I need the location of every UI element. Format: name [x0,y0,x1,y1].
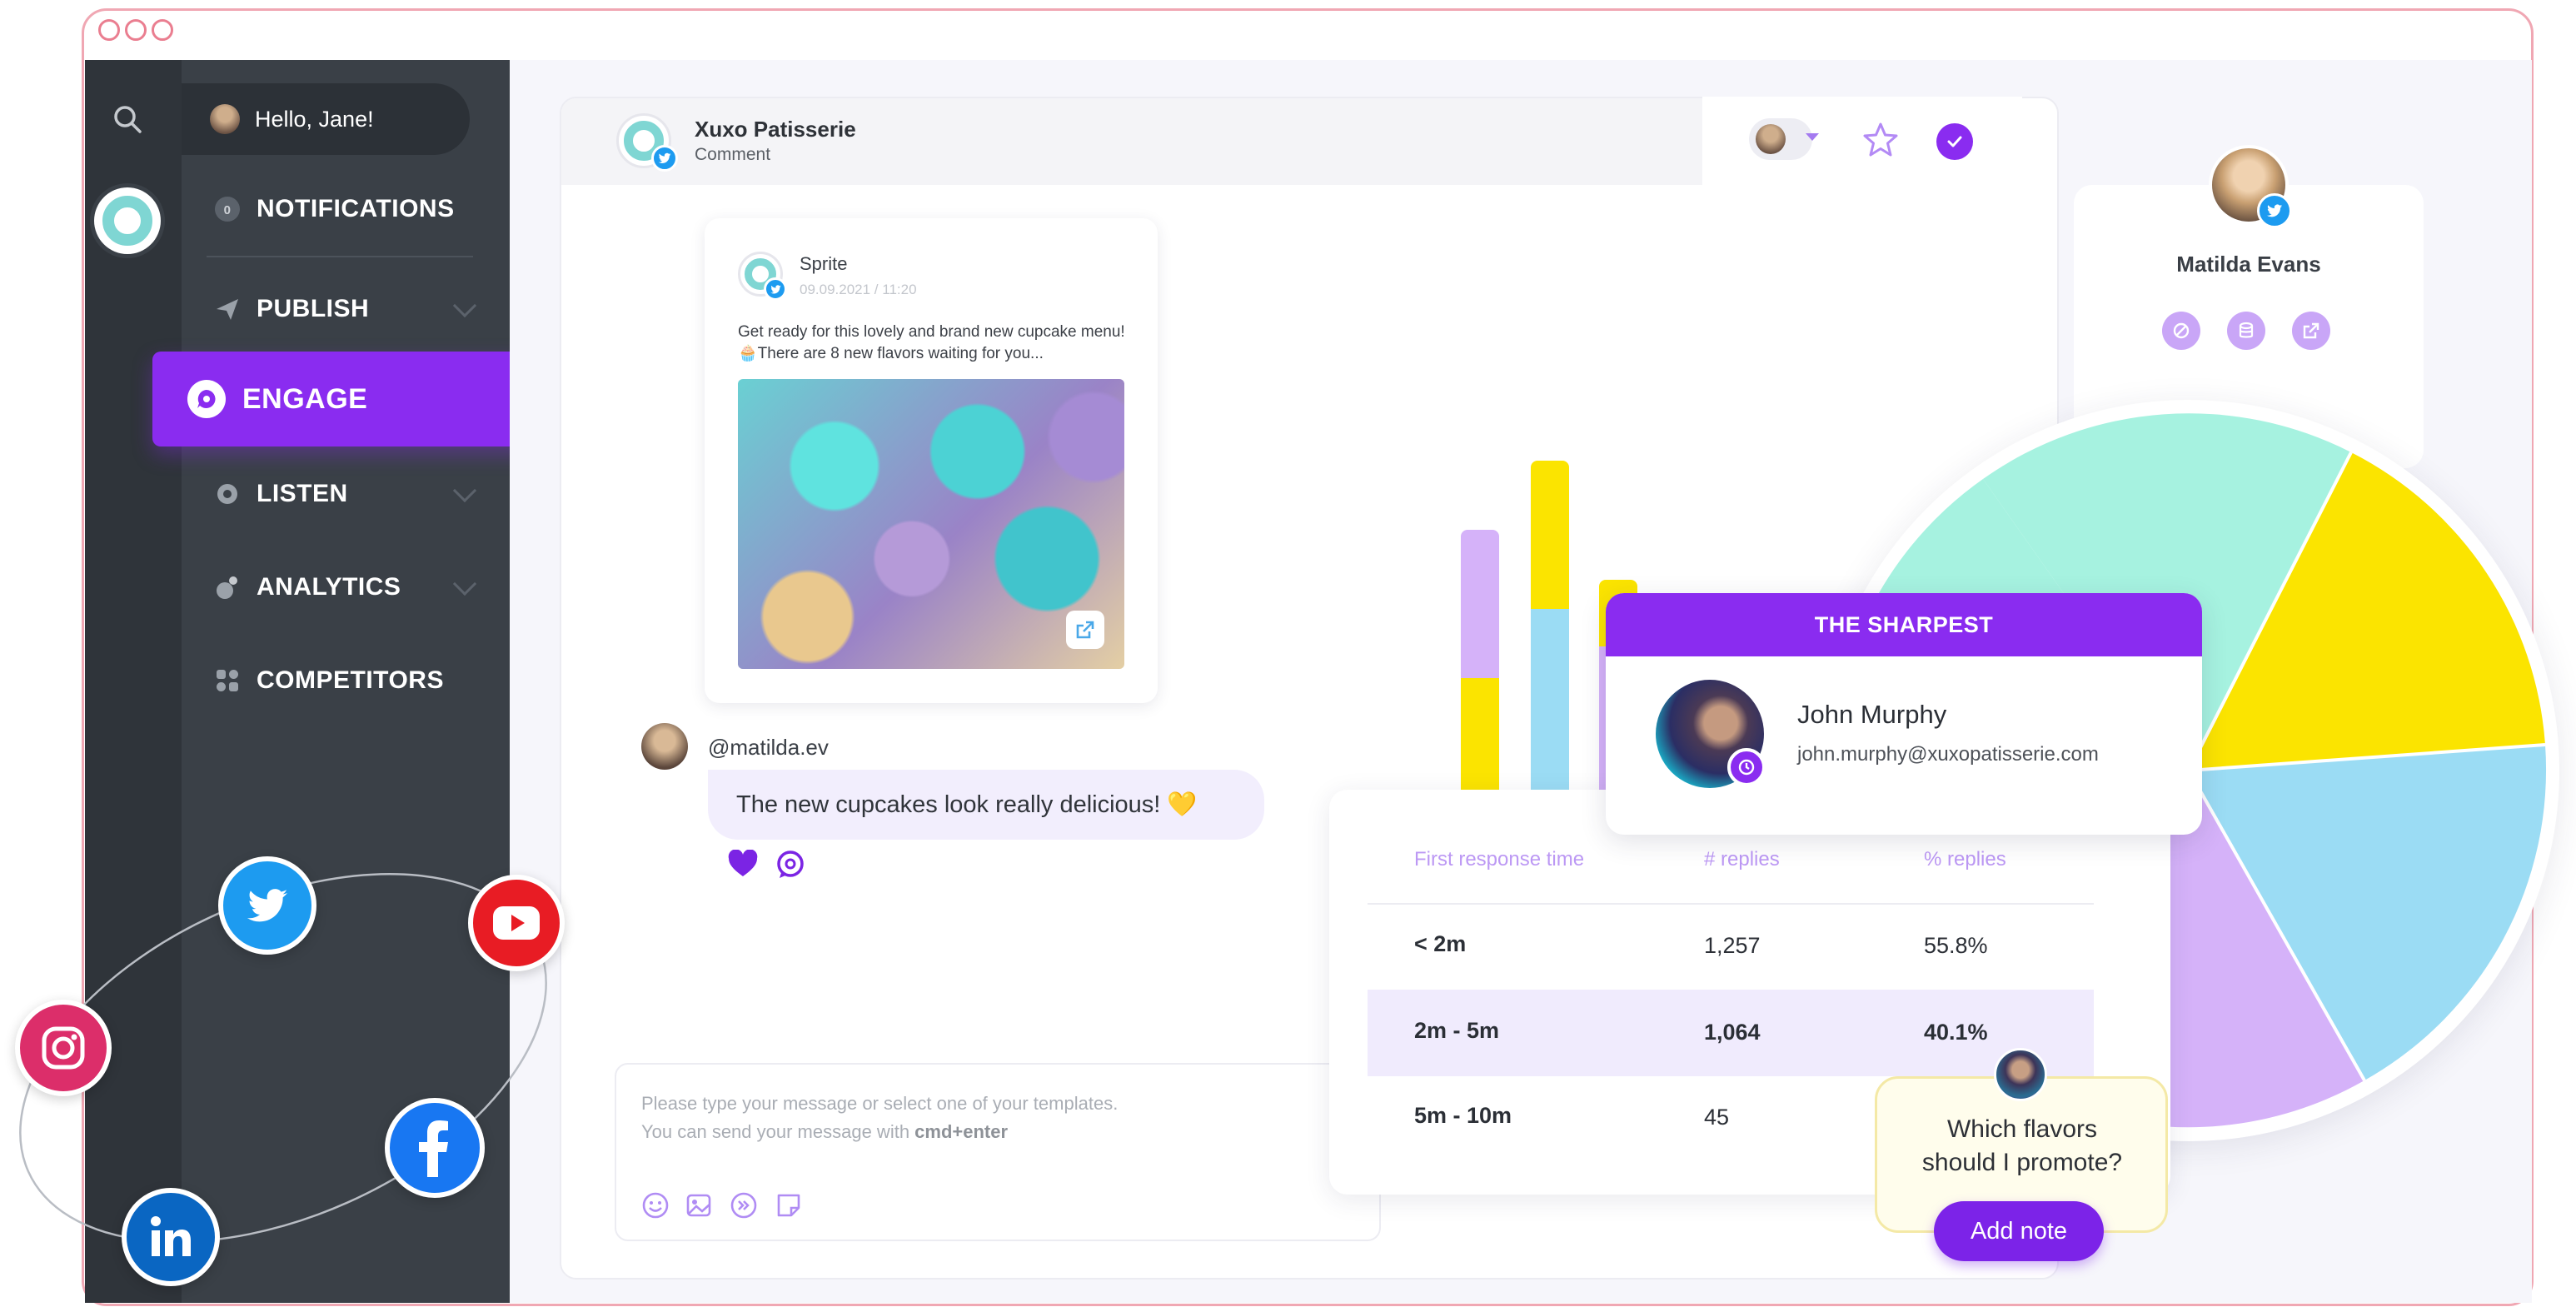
block-icon[interactable] [2162,312,2200,350]
comment-bubble: The new cupcakes look really delicious! … [708,770,1264,840]
twitter-icon[interactable] [218,856,316,955]
table-header-response-time[interactable]: First response time [1414,848,1584,871]
star-icon[interactable] [1861,120,1901,164]
twitter-icon [651,145,678,172]
agent-email: john.murphy@xuxopatisserie.com [1797,743,2099,766]
table-cell: 55.8% [1924,933,1988,958]
bar-segment [1531,461,1569,609]
bar-segment [1461,530,1499,678]
composer-placeholder[interactable]: Please type your message or select one o… [641,1090,1118,1146]
twitter-icon [764,277,787,301]
social-orbit [19,873,547,1243]
account-name: Xuxo Patisserie [695,117,856,142]
caret-down-icon [1806,133,1819,141]
note-text: Which flavors should I promote? [1921,1115,2123,1176]
youtube-icon[interactable] [468,875,565,971]
post-author-name: Sprite [800,253,848,274]
twitter-icon [2257,193,2292,228]
add-note-button[interactable]: Add note [1934,1201,2104,1261]
bar-segment [1461,678,1499,795]
table-divider [1368,903,2094,905]
table-cell: 1,257 [1704,933,1761,958]
table-cell: 45 [1704,1105,1730,1130]
commenter-avatar [641,723,688,770]
table-cell: 1,064 [1704,1020,1761,1045]
commenter-handle[interactable]: @matilda.ev [708,735,829,761]
sticky-note-icon[interactable] [775,1191,803,1220]
like-heart-icon[interactable] [727,849,759,882]
post-text: Get ready for this lovely and brand new … [738,323,1125,362]
profile-name: Matilda Evans [2176,252,2321,277]
database-icon[interactable] [2227,312,2265,350]
bar-segment [1531,609,1569,795]
image-icon[interactable] [685,1191,713,1220]
note-author-avatar [1994,1048,2047,1101]
post-date: 09.09.2021 / 11:20 [800,282,917,297]
clock-icon [1727,748,1766,786]
table-cell: 40.1% [1924,1020,1988,1045]
table-cell: 2m - 5m [1414,1018,1500,1043]
reply-icon[interactable] [775,848,806,884]
table-header-replies[interactable]: # replies [1704,848,1780,871]
external-link-icon[interactable] [1066,611,1104,649]
template-icon[interactable] [730,1191,758,1220]
external-link-icon[interactable] [2292,312,2330,350]
conversation-type: Comment [695,145,771,164]
table-cell: 5m - 10m [1414,1103,1512,1128]
linkedin-icon[interactable] [122,1188,220,1286]
assignee-selector[interactable] [1749,118,1812,160]
resolve-check-button[interactable] [1936,123,1973,160]
emoji-icon[interactable] [641,1191,670,1220]
comment-text: The new cupcakes look really delicious! … [736,791,1198,818]
agent-name: John Murphy [1797,700,1947,729]
facebook-icon[interactable] [385,1098,485,1198]
instagram-icon[interactable] [15,1000,112,1096]
sharpest-title: THE SHARPEST [1606,593,2202,656]
table-header-percent[interactable]: % replies [1924,848,2006,871]
table-cell: < 2m [1414,931,1467,956]
